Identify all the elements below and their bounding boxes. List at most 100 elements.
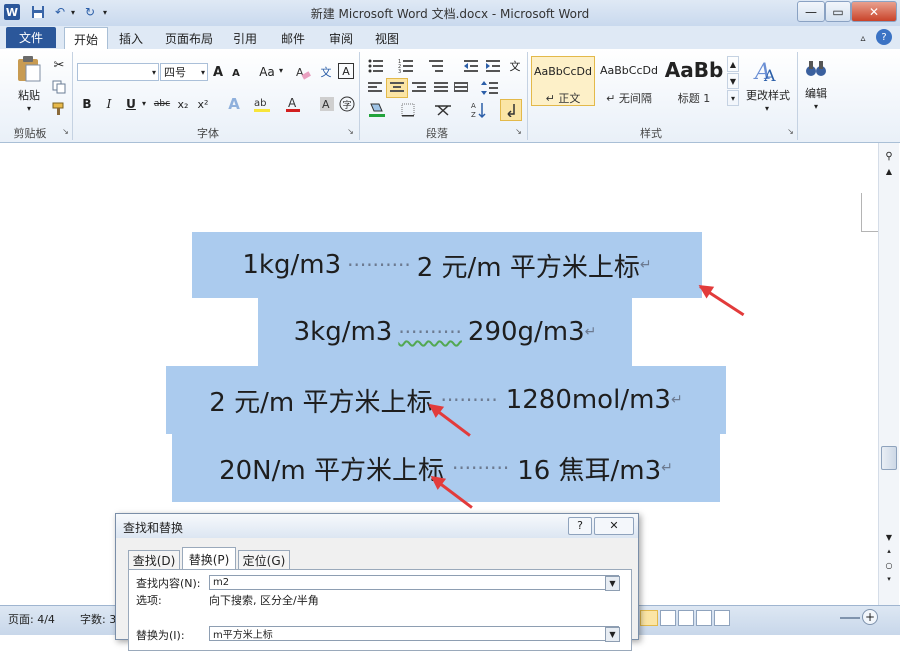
font-size-combo[interactable]: 四号 ▾ [160,63,208,81]
print-layout-icon[interactable] [640,610,658,626]
chevron-down-icon[interactable]: ▾ [811,101,821,111]
change-styles-label[interactable]: 更改样式 [744,88,792,102]
draft-icon[interactable] [714,610,730,626]
find-what-field[interactable]: m2 [209,575,619,590]
sort-icon[interactable]: AZ [470,100,488,120]
collapse-ribbon-icon[interactable]: ▵ [856,29,870,47]
previous-page-icon[interactable]: ▴ [883,547,895,557]
tab-find[interactable]: 查找(D) [128,550,180,571]
chevron-down-icon[interactable]: ▾ [762,103,772,113]
find-dropdown-icon[interactable]: ▼ [605,576,620,591]
phonetic-guide-icon[interactable]: 文 [316,62,336,82]
grow-font-icon[interactable]: A [210,63,226,81]
shading-icon[interactable] [366,101,388,119]
document-line-3[interactable]: 2 元/m 平方米上标 ········· 1280mol/m3 ↵ [166,366,726,434]
character-shading-icon[interactable]: A [318,94,336,114]
paste-icon[interactable] [14,54,44,84]
character-border-icon[interactable]: A [338,63,354,79]
dialog-title-bar[interactable]: 查找和替换 ? ✕ [116,514,638,538]
tab-replace[interactable]: 替换(P) [182,547,236,570]
shrink-font-icon[interactable]: A [229,65,243,81]
font-name-combo[interactable]: ▾ [77,63,159,81]
scroll-thumb[interactable] [881,446,897,470]
ruler-toggle-icon[interactable]: ⚲ [882,151,896,165]
tab-review[interactable]: 审阅 [324,29,358,47]
decrease-indent-icon[interactable] [462,57,480,75]
multilevel-list-icon[interactable] [426,57,446,75]
close-window-button[interactable]: ✕ [851,1,897,22]
zoom-in-icon[interactable]: + [862,609,878,625]
asian-layout-icon[interactable] [432,101,454,119]
cut-icon[interactable]: ✂ [50,56,68,74]
document-line-2[interactable]: 3kg/m3 ·········· 290g/m3 ↵ [258,298,632,366]
help-icon[interactable]: ? [876,29,892,45]
styles-scroll-down-icon[interactable]: ▼ [727,73,739,89]
subscript-button[interactable]: x₂ [175,95,191,113]
clipboard-launcher-icon[interactable]: ↘ [61,127,70,136]
line-spacing-icon[interactable] [480,78,500,98]
show-hide-marks-icon[interactable] [500,99,522,121]
distributed-icon[interactable] [452,79,470,97]
change-styles-icon[interactable]: AA [752,56,782,86]
tab-file[interactable]: 文件 [6,27,56,48]
chinese-layout-icon[interactable]: 文 [506,57,524,75]
copy-icon[interactable] [50,78,68,96]
bold-button[interactable]: B [80,95,94,113]
align-left-icon[interactable] [366,79,384,97]
document-line-4[interactable]: 20N/m 平方米上标 ········· 16 焦耳/m3 ↵ [172,434,720,502]
dialog-help-button[interactable]: ? [568,517,592,535]
strikethrough-button[interactable]: abc [152,95,172,113]
tab-insert[interactable]: 插入 [114,29,148,47]
next-page-icon[interactable]: ▾ [883,575,895,585]
numbering-icon[interactable]: 123 [396,57,416,75]
select-browse-object-icon[interactable]: ○ [883,561,895,571]
styles-scroll-up-icon[interactable]: ▲ [727,56,739,72]
underline-button[interactable]: U [124,95,138,113]
enclose-characters-icon[interactable]: 字 [338,94,356,114]
paste-dropdown-icon[interactable]: ▾ [24,103,34,113]
document-line-1[interactable]: 1kg/m3 ·········· 2 元/m 平方米上标 ↵ [192,232,702,298]
borders-icon[interactable] [398,101,418,119]
increase-indent-icon[interactable] [484,57,502,75]
font-color-icon[interactable]: A [284,94,302,114]
superscript-button[interactable]: x² [195,95,211,113]
styles-launcher-icon[interactable]: ↘ [786,127,795,136]
page-indicator[interactable]: 页面: 4/4 [8,611,55,627]
change-case-button[interactable]: Aa [257,63,277,81]
paragraph-launcher-icon[interactable]: ↘ [514,127,523,136]
tab-goto[interactable]: 定位(G) [238,550,290,571]
maximize-button[interactable]: ▭ [825,1,851,22]
bullets-icon[interactable] [366,57,386,75]
chevron-down-icon[interactable]: ▾ [277,66,285,75]
editing-label[interactable]: 编辑 [802,86,830,100]
scroll-up-icon[interactable]: ▲ [883,167,895,177]
minimize-button[interactable]: — [797,1,825,22]
tab-home[interactable]: 开始 [64,27,108,50]
dialog-close-button[interactable]: ✕ [594,517,634,535]
full-screen-reading-icon[interactable] [660,610,676,626]
zoom-slider[interactable] [840,617,860,619]
paste-button-label[interactable]: 粘贴 [14,88,44,102]
justify-icon[interactable] [432,79,450,97]
tab-page-layout[interactable]: 页面布局 [160,29,218,47]
clear-formatting-icon[interactable]: A [294,63,312,81]
replace-dropdown-icon[interactable]: ▼ [605,627,620,642]
styles-more-icon[interactable]: ▾ [727,90,739,106]
tab-view[interactable]: 视图 [370,29,404,47]
align-center-icon[interactable] [386,78,408,98]
scroll-down-icon[interactable]: ▼ [883,533,895,543]
font-launcher-icon[interactable]: ↘ [346,127,355,136]
web-layout-icon[interactable] [678,610,694,626]
italic-button[interactable]: I [102,95,116,113]
highlight-icon[interactable]: ab [252,94,272,114]
align-right-icon[interactable] [410,79,428,97]
format-painter-icon[interactable] [50,100,68,118]
tab-references[interactable]: 引用 [228,29,262,47]
outline-icon[interactable] [696,610,712,626]
svg-text:A: A [763,66,776,85]
chevron-down-icon[interactable]: ▾ [140,99,148,108]
tab-mailings[interactable]: 邮件 [276,29,310,47]
binoculars-icon[interactable] [804,56,828,80]
text-effects-icon[interactable]: A [224,94,244,114]
vertical-scrollbar[interactable]: ⚲ ▲ ▼ ▴ ○ ▾ [878,143,899,605]
